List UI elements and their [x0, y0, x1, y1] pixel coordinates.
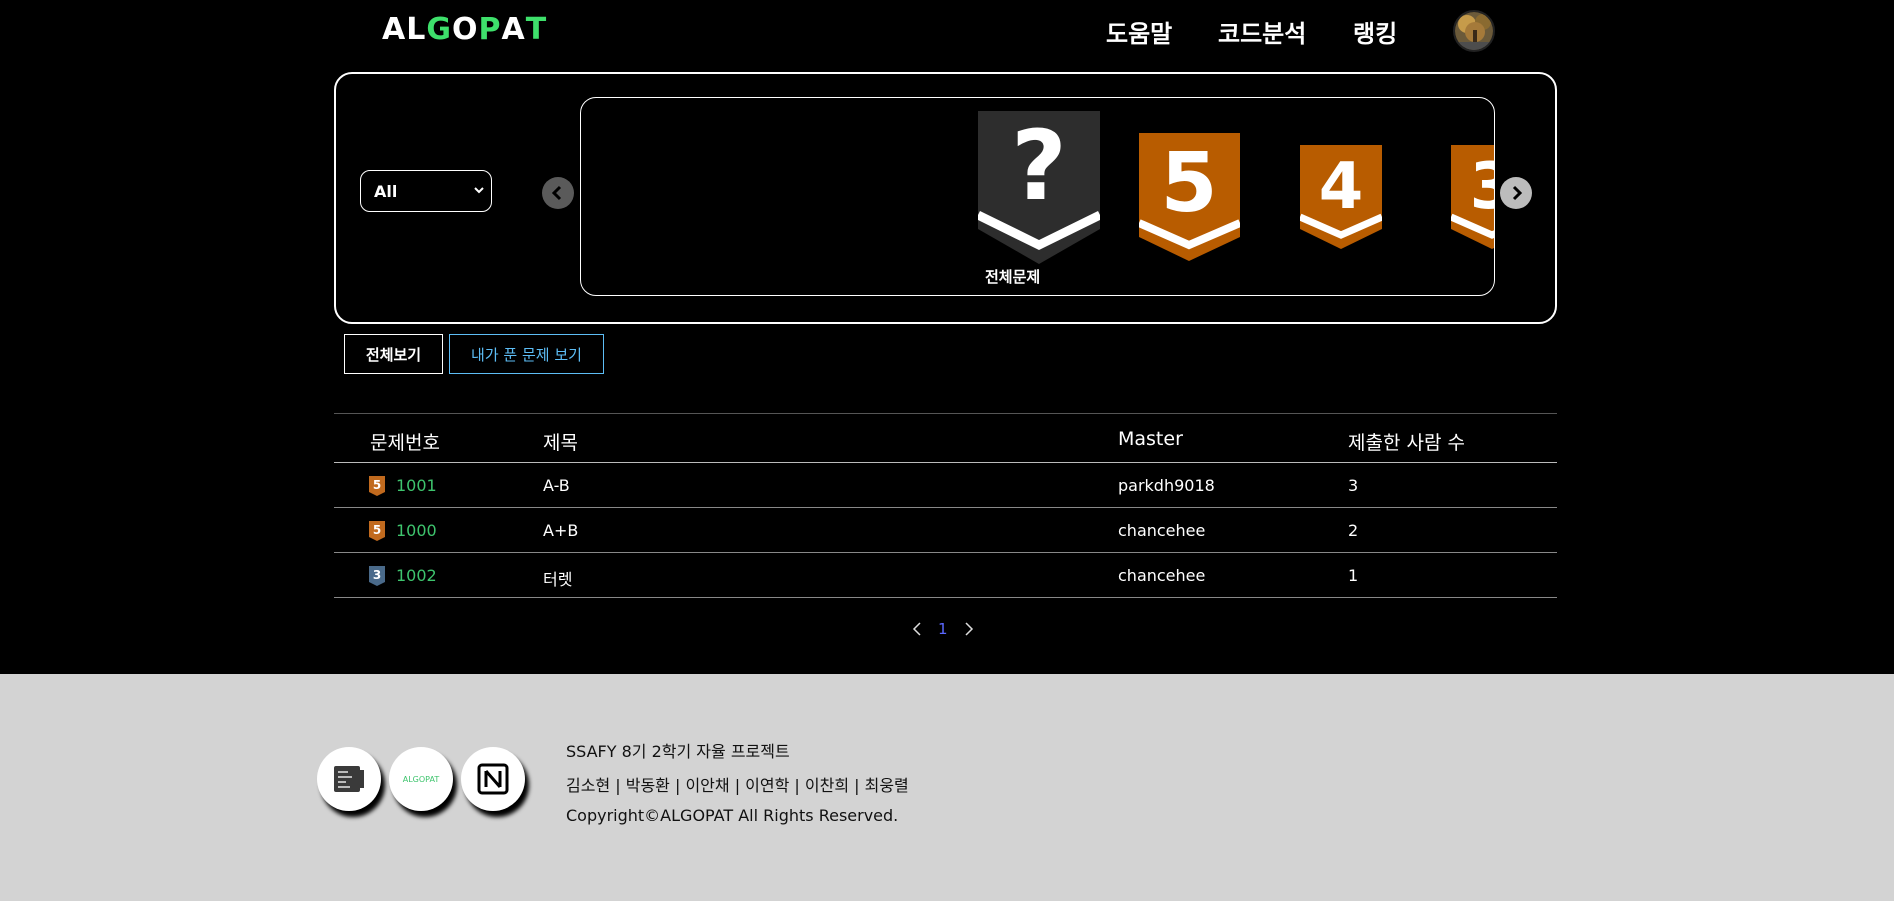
code-document-icon: [334, 766, 364, 792]
badge-mark: 3: [373, 568, 381, 582]
notion-icon: [477, 763, 509, 795]
tier-3-mark: 3: [1470, 150, 1495, 224]
logo-letter: O: [451, 12, 479, 47]
tier-all-icon[interactable]: ?: [978, 111, 1100, 264]
chevron-left-icon: [551, 185, 562, 201]
tier-all-mark: ?: [1011, 111, 1067, 222]
logo-letter: P: [478, 12, 502, 47]
page-prev-icon[interactable]: [912, 621, 922, 637]
problem-master: chancehee: [1118, 566, 1206, 585]
header-master[interactable]: Master: [1118, 428, 1183, 450]
page-next-icon[interactable]: [964, 621, 974, 637]
nav-code-analysis[interactable]: 코드분석: [1218, 14, 1306, 49]
badge-mark: 5: [373, 478, 381, 492]
tier-3-badge-icon: 3: [369, 566, 385, 586]
footer-algopat-link[interactable]: ALGOPAT: [389, 747, 453, 811]
view-all-button[interactable]: 전체보기: [344, 334, 443, 374]
carousel-prev-button[interactable]: [542, 177, 574, 209]
algopat-small-logo: ALGOPAT: [402, 774, 440, 784]
problem-master: parkdh9018: [1118, 476, 1215, 495]
problem-submitters: 2: [1348, 521, 1359, 540]
avatar-image: [1455, 12, 1493, 50]
logo-letter: A: [382, 12, 407, 47]
table-row[interactable]: 3 1002 터렛 chancehee 1: [334, 553, 1557, 598]
nav-ranking[interactable]: 랭킹: [1353, 14, 1397, 49]
logo-letter: G: [426, 12, 452, 47]
tier-select-value: All: [374, 181, 398, 201]
tier-select[interactable]: All: [360, 170, 492, 212]
badge-mark: 5: [373, 523, 381, 537]
table-row[interactable]: 5 1001 A-B parkdh9018 3: [334, 463, 1557, 508]
avatar[interactable]: [1453, 10, 1495, 52]
pagination: 1: [912, 620, 974, 638]
problem-submitters: 1: [1348, 566, 1359, 585]
header-title[interactable]: 제목: [543, 428, 578, 455]
tier-5-mark: 5: [1160, 136, 1217, 231]
chevron-down-icon: [474, 187, 484, 194]
tier-5-icon[interactable]: 5: [1139, 133, 1240, 263]
tier-4-mark: 4: [1319, 150, 1364, 224]
logo-letter: L: [406, 12, 427, 47]
table-header: 문제번호 제목 Master 제출한 사람 수: [334, 413, 1557, 463]
page-number-current[interactable]: 1: [938, 620, 948, 638]
problem-master: chancehee: [1118, 521, 1206, 540]
logo-letter: T: [525, 12, 548, 47]
tier-3-icon[interactable]: 3: [1451, 145, 1495, 250]
footer-gitlab-link[interactable]: [317, 747, 381, 811]
problem-title[interactable]: A+B: [543, 521, 578, 540]
footer: [0, 674, 1894, 901]
header-submitters[interactable]: 제출한 사람 수: [1348, 428, 1465, 455]
problem-id-link[interactable]: 1000: [396, 521, 437, 540]
footer-copyright: Copyright©ALGOPAT All Rights Reserved.: [566, 806, 899, 825]
footer-notion-link[interactable]: [461, 747, 525, 811]
table-row[interactable]: 5 1000 A+B chancehee 2: [334, 508, 1557, 553]
carousel-next-button[interactable]: [1500, 177, 1532, 209]
tier-all-label: 전체문제: [985, 268, 1041, 286]
footer-project-info: SSAFY 8기 2학기 자율 프로젝트: [566, 742, 790, 761]
chevron-right-icon: [1512, 185, 1523, 201]
view-solved-button[interactable]: 내가 푼 문제 보기: [449, 334, 604, 374]
logo[interactable]: ALGOPAT: [382, 12, 547, 47]
logo-letter: A: [501, 12, 526, 47]
footer-team-members: 김소현 | 박동환 | 이안채 | 이연학 | 이찬희 | 최웅렬: [566, 776, 909, 795]
header-problem-number[interactable]: 문제번호: [370, 428, 440, 455]
problem-table: 문제번호 제목 Master 제출한 사람 수 5 1001 A-B parkd…: [334, 413, 1557, 598]
nav-help[interactable]: 도움말: [1106, 14, 1172, 49]
problem-id-link[interactable]: 1002: [396, 566, 437, 585]
problem-title[interactable]: 터렛: [543, 566, 572, 590]
tier-4-icon[interactable]: 4: [1300, 145, 1382, 250]
problem-title[interactable]: A-B: [543, 476, 570, 495]
problem-id-link[interactable]: 1001: [396, 476, 437, 495]
tier-5-badge-icon: 5: [369, 521, 385, 541]
problem-submitters: 3: [1348, 476, 1359, 495]
tier-5-badge-icon: 5: [369, 476, 385, 496]
